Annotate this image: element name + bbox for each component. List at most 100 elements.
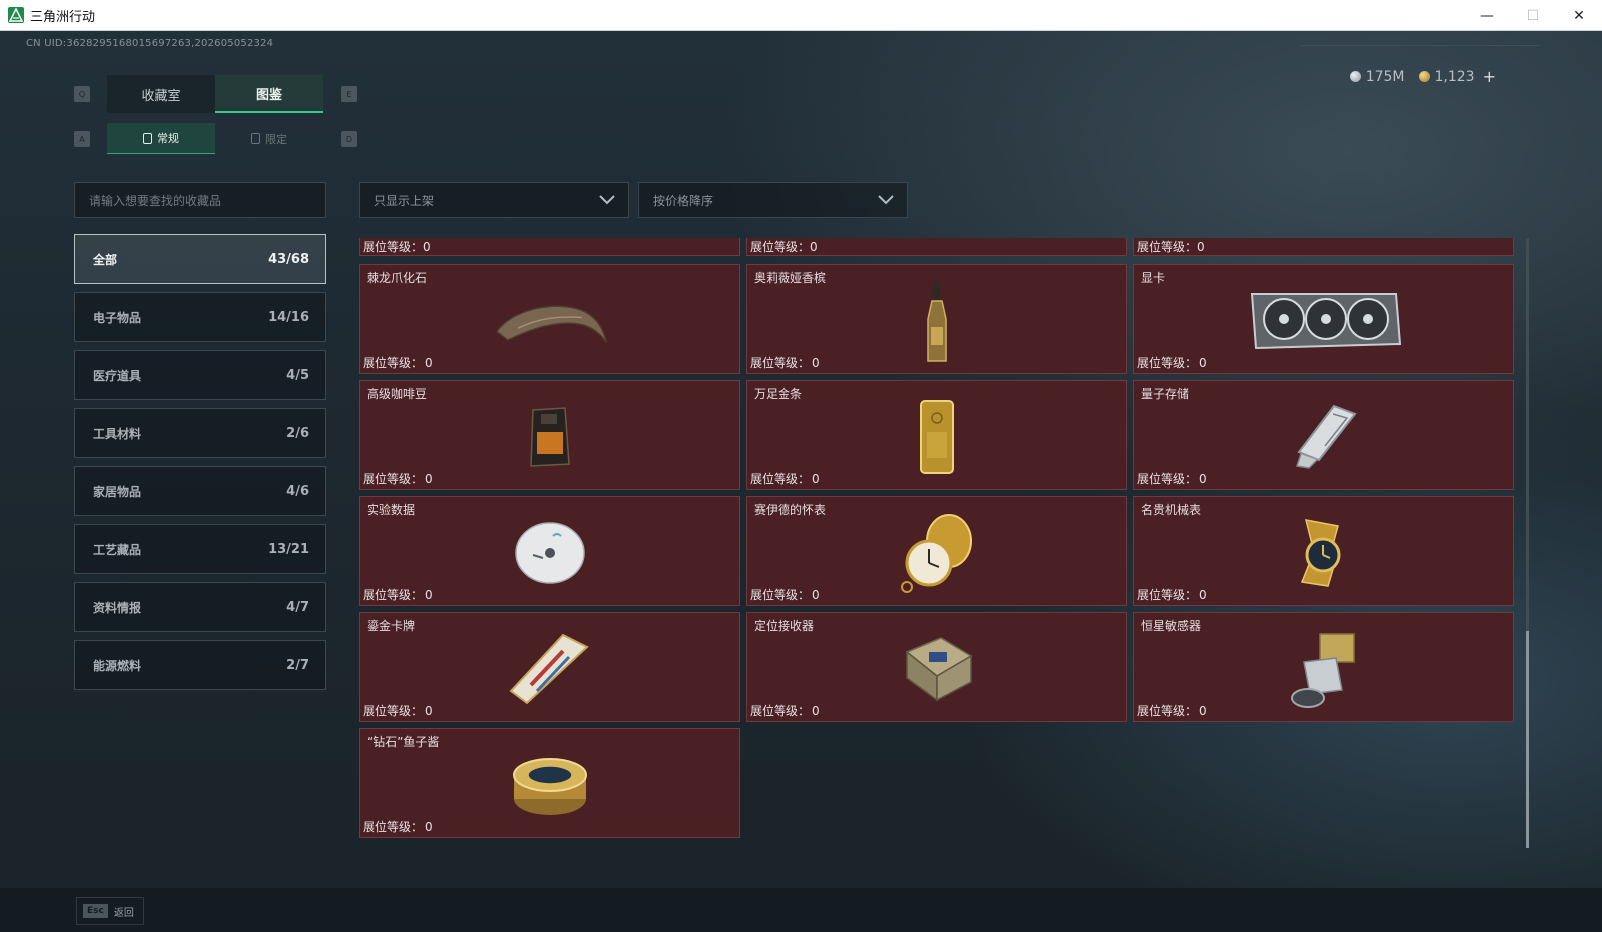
item-card[interactable]: 奥莉薇娅香槟 展位等级： 0: [746, 264, 1127, 374]
item-card[interactable]: 名贵机械表 展位等级： 0: [1133, 496, 1514, 606]
coffee-bag-icon: [490, 393, 610, 481]
tab-regular[interactable]: 常规: [107, 123, 215, 154]
gold-bar-icon: [877, 393, 997, 481]
category-energy[interactable]: 能源燃料 2/7: [74, 640, 326, 690]
level-label: 展位等级：: [750, 588, 811, 602]
level-value: 0: [425, 588, 433, 602]
currency-display: 175M 1,123 +: [1349, 67, 1496, 86]
sort-value: 按价格降序: [653, 193, 714, 208]
player-uid: CN UID:3628295168015697263,202605052324: [26, 38, 274, 49]
item-name: 恒星敏感器: [1141, 619, 1202, 633]
level-label: 展位等级：: [363, 704, 424, 718]
minimize-button[interactable]: —: [1464, 0, 1510, 31]
item-card[interactable]: 万足金条 展位等级： 0: [746, 380, 1127, 490]
level-value: 0: [1199, 704, 1207, 718]
level-value: 0: [812, 356, 820, 370]
key-hint-q: Q: [74, 86, 90, 102]
category-intel[interactable]: 资料情报 4/7: [74, 582, 326, 632]
item-card[interactable]: 棘龙爪化石 展位等级： 0: [359, 264, 740, 374]
category-label: 工艺藏品: [93, 542, 142, 557]
category-count: 2/7: [286, 657, 309, 673]
item-card[interactable]: 显卡 展位等级： 0: [1133, 264, 1514, 374]
level-value: 0: [1199, 472, 1207, 486]
item-card-partial[interactable]: 展位等级：0: [746, 238, 1127, 256]
level-value: 0: [812, 588, 820, 602]
level-value: 0: [425, 820, 433, 834]
search-input[interactable]: 请输入想要查找的收藏品: [74, 182, 326, 218]
level-label: 展位等级：: [1137, 472, 1198, 486]
category-count: 4/5: [286, 367, 309, 383]
category-label: 家居物品: [93, 484, 142, 499]
item-card[interactable]: 赛伊德的怀表 展位等级： 0: [746, 496, 1127, 606]
wristwatch-icon: [1264, 509, 1384, 597]
item-card[interactable]: “钻石”鱼子酱 展位等级： 0: [359, 728, 740, 838]
item-name: 定位接收器: [754, 619, 815, 633]
item-card-partial[interactable]: 展位等级：0: [359, 238, 740, 256]
chevron-down-icon: [878, 195, 894, 205]
category-label: 资料情报: [93, 600, 142, 615]
category-tools[interactable]: 工具材料 2/6: [74, 408, 326, 458]
item-name: 鎏金卡牌: [367, 619, 416, 633]
level-value: 0: [812, 704, 820, 718]
tab-collection-room[interactable]: 收藏室: [107, 75, 215, 113]
category-all[interactable]: 全部 43/68: [74, 234, 326, 284]
app-logo-icon: [8, 7, 24, 23]
level-label: 展位等级：: [363, 356, 424, 370]
disc-icon: [490, 509, 610, 597]
item-name: 万足金条: [754, 387, 803, 401]
graphics-card-icon: [1239, 277, 1409, 365]
tab-catalog[interactable]: 图鉴: [215, 75, 323, 113]
shelf-filter-value: 只显示上架: [374, 193, 435, 208]
category-electronics[interactable]: 电子物品 14/16: [74, 292, 326, 342]
category-count: 43/68: [268, 251, 309, 267]
category-label: 能源燃料: [93, 658, 142, 673]
close-button[interactable]: ✕: [1556, 0, 1602, 31]
item-card[interactable]: 高级咖啡豆 展位等级： 0: [359, 380, 740, 490]
category-medical[interactable]: 医疗道具 4/5: [74, 350, 326, 400]
category-label: 全部: [93, 252, 118, 267]
item-name: 棘龙爪化石: [367, 271, 428, 285]
item-name: 实验数据: [367, 503, 416, 517]
category-crafts[interactable]: 工艺藏品 13/21: [74, 524, 326, 574]
item-name: 显卡: [1141, 271, 1166, 285]
category-household[interactable]: 家居物品 4/6: [74, 466, 326, 516]
gilded-card-icon: [490, 625, 610, 713]
item-card[interactable]: 恒星敏感器 展位等级： 0: [1133, 612, 1514, 722]
level-label: 展位等级：: [1137, 356, 1198, 370]
category-label: 工具材料: [93, 426, 142, 441]
tab-regular-label: 常规: [157, 132, 179, 145]
pocket-watch-icon: [877, 509, 997, 597]
level-label: 展位等级：: [363, 472, 424, 486]
scrollbar-thumb[interactable]: [1526, 631, 1529, 848]
item-name: 名贵机械表: [1141, 503, 1202, 517]
item-card[interactable]: 鎏金卡牌 展位等级： 0: [359, 612, 740, 722]
regular-icon: [143, 132, 152, 144]
silver-coin-icon: [1349, 71, 1361, 82]
silver-amount: 175M: [1365, 68, 1405, 85]
item-card[interactable]: 量子存储 展位等级： 0: [1133, 380, 1514, 490]
tab-limited[interactable]: 限定: [215, 123, 323, 154]
add-currency-button[interactable]: +: [1483, 67, 1496, 86]
bottom-bar: [0, 888, 1602, 932]
limited-icon: [251, 133, 260, 144]
tab-limited-label: 限定: [265, 132, 287, 146]
item-card-partial[interactable]: 展位等级：0: [1133, 238, 1514, 256]
level-value: 0: [425, 356, 433, 370]
item-name: 量子存储: [1141, 387, 1190, 401]
item-name: 奥莉薇娅香槟: [754, 271, 827, 285]
gps-receiver-icon: [877, 625, 997, 713]
item-name: 赛伊德的怀表: [754, 503, 827, 517]
esc-key-hint: Esc: [83, 904, 108, 918]
level-label: 展位等级：: [1137, 588, 1198, 602]
maximize-button[interactable]: ☐: [1510, 0, 1556, 31]
item-card[interactable]: 实验数据 展位等级： 0: [359, 496, 740, 606]
shelf-filter-dropdown[interactable]: 只显示上架: [359, 182, 629, 218]
item-card[interactable]: 定位接收器 展位等级： 0: [746, 612, 1127, 722]
level-value: 0: [1199, 356, 1207, 370]
star-sensor-icon: [1264, 625, 1384, 713]
back-label: 返回: [113, 907, 134, 919]
quantum-storage-icon: [1264, 393, 1384, 481]
item-grid: 展位等级：0 展位等级：0 展位等级：0 棘龙爪化石 展位等级： 0 奥莉薇娅香槟…: [359, 238, 1529, 878]
sort-dropdown[interactable]: 按价格降序: [638, 182, 908, 218]
back-button[interactable]: Esc 返回: [76, 897, 144, 925]
